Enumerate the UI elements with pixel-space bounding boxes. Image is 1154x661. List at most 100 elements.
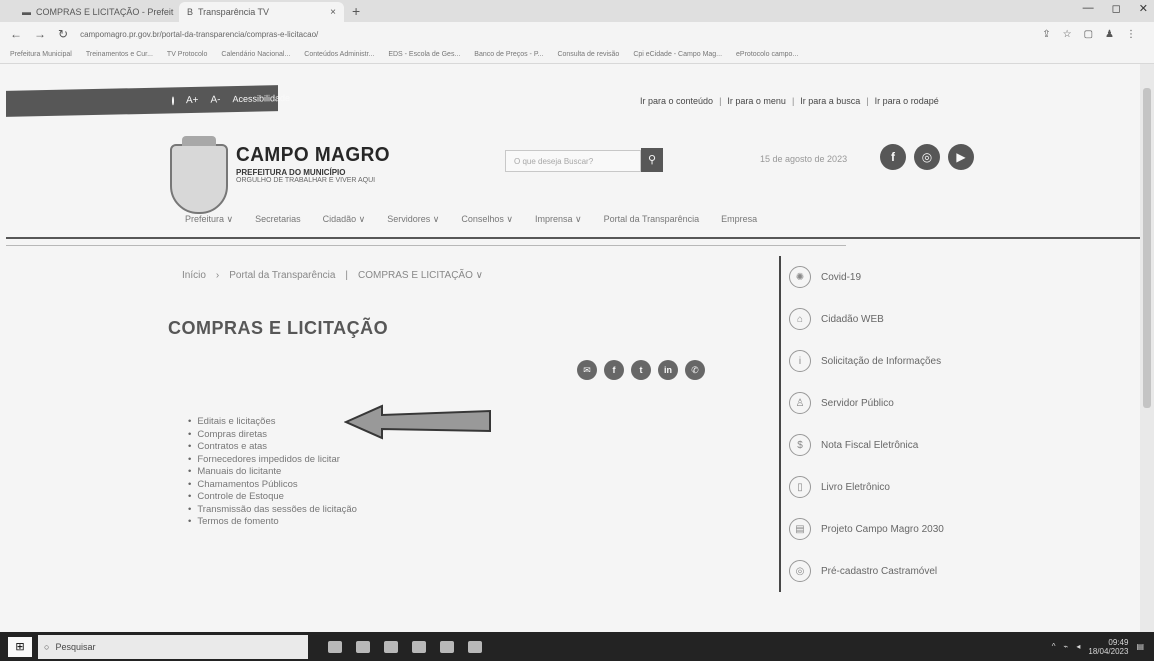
browser-tab-compras[interactable]: ▬ COMPRAS E LICITAÇÃO - Prefeit × bbox=[14, 2, 179, 22]
list-item[interactable]: Manuais do licitante bbox=[188, 466, 357, 479]
nav-empresa[interactable]: Empresa bbox=[721, 214, 757, 225]
page-scrollbar[interactable] bbox=[1140, 64, 1154, 632]
file-explorer-icon[interactable] bbox=[356, 640, 370, 653]
tray-chevron-icon[interactable]: ^ bbox=[1052, 642, 1056, 651]
list-item[interactable]: Contratos e atas bbox=[188, 441, 357, 454]
nav-servidores[interactable]: Servidores ∨ bbox=[387, 214, 439, 225]
new-tab-button[interactable]: + bbox=[344, 2, 368, 22]
close-tab-icon[interactable]: × bbox=[330, 7, 336, 18]
bookmark-item[interactable]: Treinamentos e Cur... bbox=[86, 51, 153, 58]
skip-to-menu-link[interactable]: Ir para o menu bbox=[727, 96, 794, 106]
bookmark-item[interactable]: Conteúdos Administr... bbox=[304, 51, 374, 58]
share-icon[interactable]: ⇪ bbox=[1042, 29, 1050, 40]
bookmark-item[interactable]: Cpi eCidade - Campo Mag... bbox=[633, 51, 722, 58]
volume-icon[interactable]: ◂ bbox=[1076, 642, 1080, 651]
sidebar-item-cidadao-web[interactable]: ⌂ Cidadão WEB bbox=[779, 298, 1139, 340]
reload-icon[interactable]: ↻ bbox=[58, 27, 68, 41]
breadcrumb-portal[interactable]: Portal da Transparência bbox=[229, 270, 335, 281]
minimize-icon[interactable]: — bbox=[1083, 2, 1094, 15]
share-facebook-icon[interactable]: f bbox=[604, 360, 624, 380]
share-linkedin-icon[interactable]: in bbox=[658, 360, 678, 380]
sidebar-item-nota-fiscal[interactable]: $ Nota Fiscal Eletrônica bbox=[779, 424, 1139, 466]
facebook-icon[interactable]: f bbox=[880, 144, 906, 170]
youtube-icon[interactable]: ▶ bbox=[948, 144, 974, 170]
mail-icon[interactable] bbox=[440, 640, 454, 653]
share-whatsapp-icon[interactable]: ✆ bbox=[685, 360, 705, 380]
nav-prefeitura[interactable]: Prefeitura ∨ bbox=[185, 214, 233, 225]
sidebar-item-label: Cidadão WEB bbox=[821, 313, 884, 325]
nav-cidadao[interactable]: Cidadão ∨ bbox=[323, 214, 366, 225]
municipal-crest-logo[interactable] bbox=[170, 136, 228, 214]
maximize-icon[interactable]: ◻ bbox=[1112, 2, 1121, 15]
instagram-icon[interactable]: ◎ bbox=[914, 144, 940, 170]
nav-divider bbox=[6, 237, 1140, 239]
site-logo[interactable]: CAMPO MAGRO PREFEITURA DO MUNICÍPIO ORGU… bbox=[236, 144, 398, 184]
bookmark-item[interactable]: Prefeitura Municipal bbox=[10, 51, 72, 58]
font-increase-button[interactable]: A+ bbox=[186, 94, 199, 105]
share-twitter-icon[interactable]: t bbox=[631, 360, 651, 380]
skip-to-content-link[interactable]: Ir para o conteúdo bbox=[640, 96, 721, 106]
bookmark-item[interactable]: Calendário Nacional... bbox=[221, 51, 290, 58]
system-clock[interactable]: 09:49 18/04/2023 bbox=[1088, 638, 1128, 656]
chrome-icon[interactable] bbox=[384, 640, 398, 653]
skip-links: Ir para o conteúdo Ir para o menu Ir par… bbox=[640, 96, 939, 106]
bookmark-item[interactable]: Banco de Preços - P... bbox=[474, 51, 543, 58]
share-email-icon[interactable]: ✉ bbox=[577, 360, 597, 380]
font-decrease-button[interactable]: A- bbox=[211, 94, 221, 105]
accessibility-link[interactable]: Acessibilidade bbox=[233, 93, 291, 104]
list-item[interactable]: Compras diretas bbox=[188, 429, 357, 442]
bookmark-item[interactable]: Consulta de revisão bbox=[557, 51, 619, 58]
nav-conselhos[interactable]: Conselhos ∨ bbox=[461, 214, 513, 225]
bookmark-item[interactable]: eProtocolo campo... bbox=[736, 51, 798, 58]
bookmark-star-icon[interactable]: ☆ bbox=[1063, 29, 1072, 40]
site-search-input[interactable]: O que deseja Buscar? bbox=[505, 150, 641, 172]
site-tagline: ORGULHO DE TRABALHAR E VIVER AQUI bbox=[236, 177, 376, 184]
sidebar-item-label: Nota Fiscal Eletrônica bbox=[821, 439, 919, 451]
profile-icon[interactable]: ♟ bbox=[1105, 29, 1114, 40]
nav-portal-transparencia[interactable]: Portal da Transparência bbox=[604, 214, 700, 225]
skip-to-search-link[interactable]: Ir para a busca bbox=[800, 96, 868, 106]
nav-imprensa[interactable]: Imprensa ∨ bbox=[535, 214, 582, 225]
sidebar-item-covid[interactable]: ✺ Covid-19 bbox=[779, 256, 1139, 298]
bookmark-item[interactable]: TV Protocolo bbox=[167, 51, 207, 58]
list-item[interactable]: Termos de fomento bbox=[188, 516, 357, 529]
breadcrumb-home[interactable]: Início bbox=[182, 270, 206, 281]
skip-to-footer-link[interactable]: Ir para o rodapé bbox=[875, 96, 939, 106]
virus-icon: ✺ bbox=[789, 266, 811, 288]
bookmark-item[interactable]: EDS - Escola de Ges... bbox=[388, 51, 460, 58]
address-actions: ⇪ ☆ ▢ ♟ ⋮ bbox=[1042, 29, 1136, 40]
window-controls: — ◻ ✕ bbox=[1083, 2, 1148, 15]
task-view-icon[interactable] bbox=[328, 640, 342, 653]
network-icon[interactable]: ⌁ bbox=[1064, 642, 1069, 651]
list-item[interactable]: Editais e licitações bbox=[188, 416, 357, 429]
nav-secretarias[interactable]: Secretarias bbox=[255, 214, 301, 225]
taskbar-search[interactable]: ○ Pesquisar bbox=[38, 634, 308, 659]
contrast-icon[interactable] bbox=[172, 95, 174, 105]
list-item[interactable]: Chamamentos Públicos bbox=[188, 479, 357, 492]
scrollbar-thumb[interactable] bbox=[1143, 88, 1151, 408]
menu-icon[interactable]: ⋮ bbox=[1126, 29, 1136, 40]
paw-icon: ◎ bbox=[789, 560, 811, 582]
back-icon[interactable]: ← bbox=[10, 27, 22, 41]
sidebar-item-castramovel[interactable]: ◎ Pré-cadastro Castramóvel bbox=[779, 550, 1139, 592]
sidebar-item-livro[interactable]: ▯ Livro Eletrônico bbox=[779, 466, 1139, 508]
dollar-icon: $ bbox=[789, 434, 811, 456]
forward-icon[interactable]: → bbox=[34, 27, 46, 41]
list-item[interactable]: Controle de Estoque bbox=[188, 491, 357, 504]
notifications-icon[interactable]: ▤ bbox=[1136, 642, 1144, 651]
list-item[interactable]: Transmissão das sessões de licitação bbox=[188, 504, 357, 517]
browser-tab-transparencia[interactable]: B Transparência TV × bbox=[179, 2, 344, 22]
list-item[interactable]: Fornecedores impedidos de licitar bbox=[188, 454, 357, 467]
photos-icon[interactable] bbox=[468, 640, 482, 653]
url-field[interactable]: campomagro.pr.gov.br/portal-da-transpare… bbox=[80, 30, 1030, 39]
windows-start-icon[interactable]: ⊞ bbox=[8, 636, 32, 657]
sidebar-icon[interactable]: ▢ bbox=[1084, 29, 1093, 40]
breadcrumb-current[interactable]: COMPRAS E LICITAÇÃO ∨ bbox=[358, 270, 483, 281]
current-date: 15 de agosto de 2023 bbox=[760, 154, 848, 164]
search-button[interactable]: ⚲ bbox=[641, 148, 663, 172]
close-window-icon[interactable]: ✕ bbox=[1139, 2, 1148, 15]
sidebar-item-solicitacao[interactable]: i Solicitação de Informações bbox=[779, 340, 1139, 382]
sidebar-item-projeto[interactable]: ▤ Projeto Campo Magro 2030 bbox=[779, 508, 1139, 550]
sidebar-item-servidor[interactable]: ♙ Servidor Público bbox=[779, 382, 1139, 424]
app-icon[interactable] bbox=[412, 640, 426, 653]
